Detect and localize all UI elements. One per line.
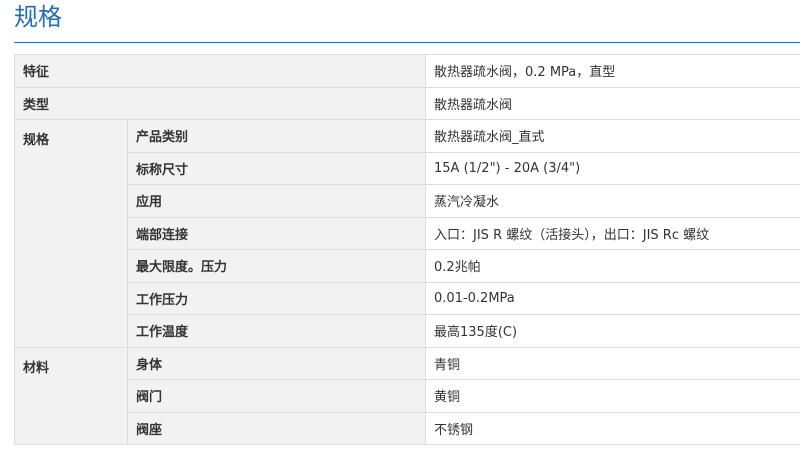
row-value-feature: 散热器疏水阀，0.2 MPa，直型 xyxy=(425,54,800,88)
table-row: 工作压力 0.01-0.2MPa xyxy=(15,281,800,315)
table-row: 类型 散热器疏水阀 xyxy=(13,86,800,120)
table-row: 标称尺寸 15A (1/2") - 20A (3/4") xyxy=(15,151,800,185)
sub-label: 产品类别 xyxy=(126,119,427,153)
sub-label: 最大限度。压力 xyxy=(126,249,427,283)
table-row: 应用 蒸汽冷凝水 xyxy=(15,184,800,218)
table-row: 规格 产品类别 散热器疏水阀_直式 xyxy=(14,119,800,348)
table-row: 最大限度。压力 0.2兆帕 xyxy=(15,249,800,283)
group-label-materials: 材料 xyxy=(14,346,128,445)
sub-value: 散热器疏水阀_直式 xyxy=(425,119,800,153)
row-value-type: 散热器疏水阀 xyxy=(425,86,800,120)
sub-label: 端部连接 xyxy=(126,216,427,250)
sub-label: 工作压力 xyxy=(126,281,427,315)
group-label-specs: 规格 xyxy=(14,119,128,348)
sub-label: 阀门 xyxy=(126,379,427,413)
sub-label: 应用 xyxy=(126,184,427,218)
sub-label: 阀座 xyxy=(126,411,427,445)
sub-value: 15A (1/2") - 20A (3/4") xyxy=(425,151,800,185)
page-title: 规格 xyxy=(14,3,62,31)
table-row: 材料 身体 青铜 xyxy=(14,346,800,445)
row-label-type: 类型 xyxy=(13,86,427,120)
sub-value: 最高135度(C) xyxy=(425,314,800,348)
sub-value: 0.2兆帕 xyxy=(425,249,800,283)
sub-label: 标称尺寸 xyxy=(126,151,427,185)
sub-value: 0.01-0.2MPa xyxy=(425,281,800,315)
sub-label: 身体 xyxy=(126,346,427,380)
sub-value: 不锈钢 xyxy=(425,411,800,445)
title-divider xyxy=(14,42,800,43)
sub-value: 青铜 xyxy=(425,346,800,380)
table-row: 端部连接 入口：JIS R 螺纹（活接头），出口：JIS Rc 螺纹 xyxy=(15,216,800,250)
table-row: 工作温度 最高135度(C) xyxy=(15,314,800,348)
spec-table: 特征 散热器疏水阀，0.2 MPa，直型 类型 散热器疏水阀 规格 产品类别 散… xyxy=(13,54,800,445)
sub-label: 工作温度 xyxy=(126,314,427,348)
table-row: 阀门 黄铜 xyxy=(15,379,800,413)
sub-value: 蒸汽冷凝水 xyxy=(425,184,800,218)
table-row: 特征 散热器疏水阀，0.2 MPa，直型 xyxy=(13,54,800,88)
table-row: 阀座 不锈钢 xyxy=(15,411,800,445)
row-label-feature: 特征 xyxy=(13,54,427,88)
sub-value: 入口：JIS R 螺纹（活接头），出口：JIS Rc 螺纹 xyxy=(425,216,800,250)
sub-value: 黄铜 xyxy=(425,379,800,413)
